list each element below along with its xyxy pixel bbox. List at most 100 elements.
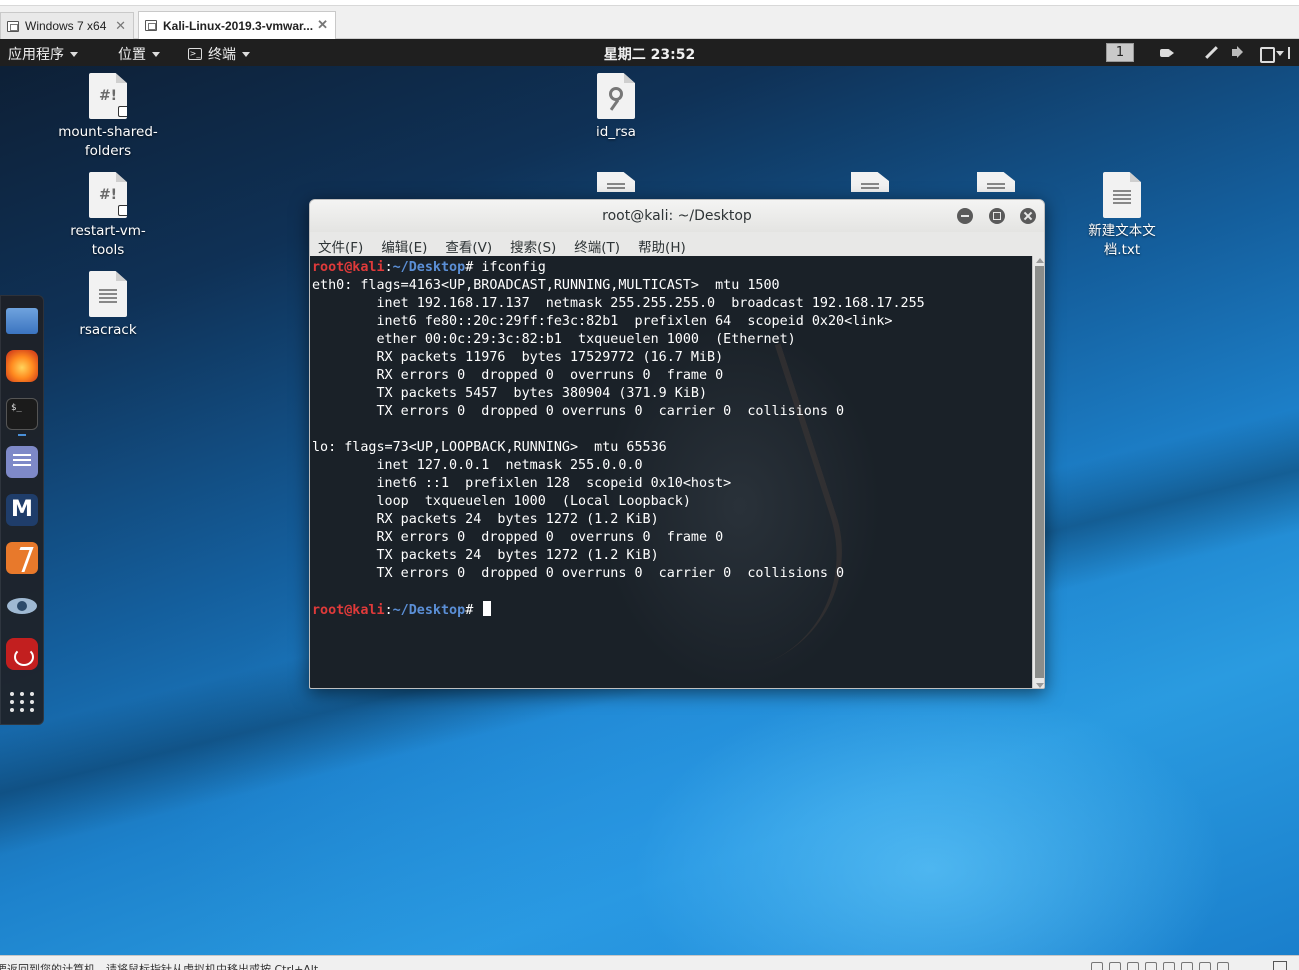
window-title: root@kali: ~/Desktop <box>602 208 752 224</box>
minimize-icon[interactable] <box>957 208 973 224</box>
firefox-icon[interactable] <box>6 350 38 382</box>
scroll-up-icon[interactable] <box>1036 258 1044 263</box>
desktop-icon-label: id_rsa <box>596 124 636 140</box>
prompt-separator: : <box>384 260 393 275</box>
prompt-line: root@kali:~/Desktop# ifconfig <box>312 260 546 275</box>
prompt-path: ~/Desktop <box>392 260 466 275</box>
gnome-top-bar: 应用程序 位置 >_ 终端 星期二 23:52 1 <box>0 39 1299 66</box>
output-line: loop txqueuelen 1000 (Local Loopback) <box>312 494 691 509</box>
network-icon[interactable] <box>1127 962 1139 970</box>
desktop-icon-mount-shared-folders[interactable]: #! mount-shared-folders <box>53 73 163 161</box>
chevron-down-icon[interactable] <box>1276 51 1284 56</box>
text-lines <box>1113 190 1131 204</box>
output-line: eth0: flags=4163<UP,BROADCAST,RUNNING,MU… <box>312 278 780 293</box>
terminal-icon[interactable]: $_ <box>6 398 38 430</box>
menu-terminal[interactable]: 终端(T) <box>573 232 628 256</box>
desktop-icon-label: mount-shared-folders <box>58 124 158 159</box>
output-line: RX errors 0 dropped 0 overruns 0 frame 0 <box>312 368 724 383</box>
vm-tab-strip: Windows 7 x64 ✕ Kali-Linux-2019.3-vmwar.… <box>0 0 1299 39</box>
prompt-separator: : <box>384 603 393 618</box>
output-line: TX errors 0 dropped 0 overruns 0 carrier… <box>312 566 845 581</box>
terminal-scrollbar[interactable] <box>1032 256 1044 688</box>
prompt-line: root@kali:~/Desktop# <box>312 601 492 618</box>
prompt-hash: # <box>465 260 482 275</box>
text-file-icon <box>89 271 127 317</box>
output-line: inet6 fe80::20c:29ff:fe3c:82b1 prefixlen… <box>312 314 893 329</box>
terminal-window[interactable]: root@kali: ~/Desktop 文件(F) 编辑(E) 查看(V) 搜… <box>309 199 1045 689</box>
output-line: TX packets 24 bytes 1272 (1.2 KiB) <box>312 548 659 563</box>
vm-status-bar: 要返回到您的计算机，请将鼠标指针从虚拟机中移出或按 Ctrl+Alt。 <box>0 955 1299 970</box>
output-line: inet 127.0.0.1 netmask 255.0.0.0 <box>312 458 643 473</box>
text-cursor <box>483 601 492 616</box>
maximize-icon[interactable] <box>989 208 1005 224</box>
script-file-icon: #! <box>89 73 127 119</box>
system-menu-edge <box>1288 47 1290 59</box>
cherrytree-icon[interactable] <box>6 638 38 670</box>
files-icon[interactable] <box>6 308 38 334</box>
window-title-bar[interactable]: root@kali: ~/Desktop <box>310 200 1044 232</box>
prompt-user: root@kali <box>312 260 385 275</box>
close-icon[interactable]: ✕ <box>317 17 328 33</box>
vm-tab-label: Windows 7 x64 <box>25 19 107 33</box>
vm-device-icons <box>1091 962 1229 970</box>
menu-edit[interactable]: 编辑(E) <box>380 232 435 256</box>
desktop-icon-new-text-doc[interactable]: 新建文本文档.txt <box>1067 172 1177 260</box>
pen-icon[interactable] <box>1204 46 1218 59</box>
desktop-icon-rsacrack[interactable]: rsacrack <box>53 271 163 340</box>
close-icon[interactable]: ✕ <box>115 18 126 34</box>
desktop-icon-id-rsa[interactable]: id_rsa <box>561 73 671 142</box>
show-apps-icon[interactable] <box>6 686 38 718</box>
link-arrow-icon <box>118 106 127 117</box>
link-arrow-icon <box>118 205 127 216</box>
hard-disk-icon[interactable] <box>1091 962 1103 970</box>
vm-release-hint: 要返回到您的计算机，请将鼠标指针从虚拟机中移出或按 Ctrl+Alt。 <box>0 963 330 970</box>
vm-tab-kali[interactable]: Kali-Linux-2019.3-vmwar... ✕ <box>138 11 336 39</box>
output-line: lo: flags=73<UP,LOOPBACK,RUNNING> mtu 65… <box>312 440 667 455</box>
output-line: RX packets 24 bytes 1272 (1.2 KiB) <box>312 512 659 527</box>
terminal-text: root@kali:~/Desktop# ifconfig eth0: flag… <box>312 259 925 620</box>
vm-tab-label: Kali-Linux-2019.3-vmwar... <box>163 18 314 33</box>
menu-file[interactable]: 文件(F) <box>317 232 371 256</box>
text-file-icon <box>1103 172 1141 218</box>
desktop-icon-restart-vm-tools[interactable]: #! restart-vm-tools <box>53 172 163 260</box>
desktop-icon-label: 新建文本文档.txt <box>1088 223 1156 258</box>
terminal-output-area[interactable]: root@kali:~/Desktop# ifconfig eth0: flag… <box>310 256 1032 688</box>
output-line: RX packets 11976 bytes 17529772 (16.7 Mi… <box>312 350 724 365</box>
battery-icon[interactable] <box>1259 46 1275 63</box>
running-indicator <box>18 434 26 436</box>
output-line: RX errors 0 dropped 0 overruns 0 frame 0 <box>312 530 724 545</box>
close-icon[interactable] <box>1020 208 1036 224</box>
scroll-down-icon[interactable] <box>1036 683 1044 688</box>
clock[interactable]: 星期二 23:52 <box>0 44 1299 64</box>
metasploit-icon[interactable]: M <box>6 494 38 526</box>
notes-icon[interactable] <box>6 446 38 478</box>
video-camera-icon[interactable] <box>1160 46 1174 59</box>
prompt-path: ~/Desktop <box>392 603 466 618</box>
desktop-icon-label: restart-vm-tools <box>70 223 146 258</box>
scrollbar-thumb[interactable] <box>1035 266 1044 678</box>
cd-rom-icon[interactable] <box>1109 962 1121 970</box>
volume-icon[interactable] <box>1232 46 1246 59</box>
key-shaft <box>609 99 620 111</box>
output-line: inet6 ::1 prefixlen 128 scopeid 0x10<hos… <box>312 476 732 491</box>
terminal-menubar: 文件(F) 编辑(E) 查看(V) 搜索(S) 终端(T) 帮助(H) <box>310 232 1044 256</box>
vm-tab-strip-topline <box>0 0 1299 6</box>
menu-search[interactable]: 搜索(S) <box>509 232 564 256</box>
camera-icon[interactable] <box>1199 962 1211 970</box>
desktop-icon-label: rsacrack <box>79 322 137 338</box>
usb-icon[interactable] <box>1181 962 1193 970</box>
fullscreen-icon[interactable] <box>1273 961 1287 970</box>
eye-icon[interactable] <box>6 590 38 622</box>
burpsuite-icon[interactable] <box>6 542 38 574</box>
vm-tab-windows7[interactable]: Windows 7 x64 ✕ <box>0 12 134 39</box>
prompt-user: root@kali <box>312 603 385 618</box>
settings-icon[interactable] <box>1217 962 1229 970</box>
menu-help[interactable]: 帮助(H) <box>637 232 694 256</box>
prompt-hash: # <box>465 603 482 618</box>
printer-icon[interactable] <box>1163 962 1175 970</box>
menu-view[interactable]: 查看(V) <box>444 232 500 256</box>
shebang-glyph: #! <box>98 88 118 104</box>
workspace-indicator[interactable]: 1 <box>1106 43 1134 62</box>
shebang-glyph: #! <box>98 187 118 203</box>
sound-icon[interactable] <box>1145 962 1157 970</box>
